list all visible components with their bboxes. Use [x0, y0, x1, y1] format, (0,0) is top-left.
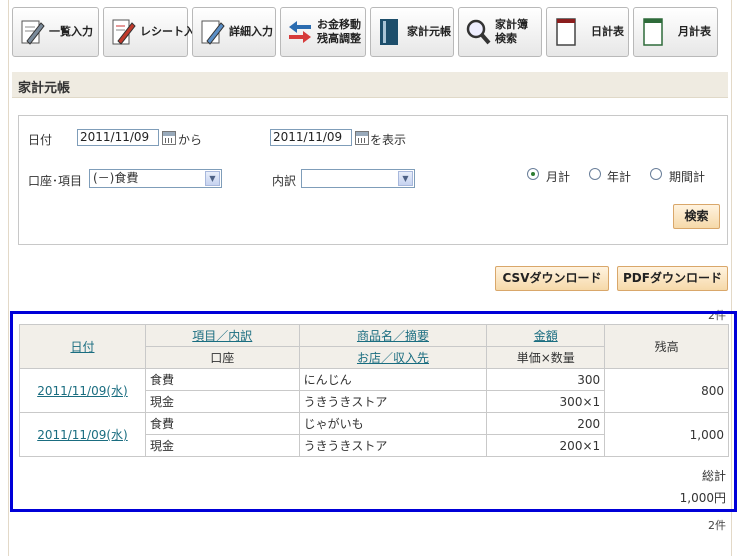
detail-input-button[interactable]: 詳細入力 — [192, 7, 276, 57]
ledger-table: 日付 項目／内訳 商品名／摘要 金額 残高 口座 お店／収入先 単価×数量 20… — [19, 324, 729, 457]
to-suffix: を表示 — [370, 133, 407, 147]
monthly-label: 月計表 — [678, 25, 711, 38]
search-ledger-label: 家計簿 検索 — [495, 18, 528, 45]
row-balance: 1,000 — [604, 412, 729, 457]
radio-period[interactable] — [650, 168, 662, 180]
header-item[interactable]: 項目／内訳 — [144, 324, 300, 347]
transfer-label: お金移動 残高調整 — [317, 18, 361, 45]
receipt-pencil-icon — [112, 19, 136, 45]
row-date-cell: 2011/11/09(水) — [19, 368, 146, 413]
row-product: にんじん — [298, 368, 488, 391]
account-item-select[interactable]: (－)食費 ▼ — [89, 169, 222, 188]
header-product[interactable]: 商品名／摘要 — [298, 324, 488, 347]
chevron-down-icon: ▼ — [398, 171, 413, 186]
row-account: 現金 — [144, 390, 300, 413]
ledger-button[interactable]: 家計元帳 — [370, 7, 454, 57]
row-unit-qty: 200×1 — [486, 434, 606, 457]
toolbar: 一覧入力 レシート入力 詳細入力 お金移動 残高調整 家計元帳 家計簿 検索 日… — [12, 7, 718, 57]
row-amount: 300 — [486, 368, 606, 391]
table-header-row: 日付 項目／内訳 商品名／摘要 金額 残高 — [19, 324, 729, 369]
transfer-arrows-icon — [289, 21, 311, 43]
magnifier-icon — [466, 19, 491, 45]
row-shop: うきうきストア — [298, 390, 488, 413]
pdf-download-button[interactable]: PDFダウンロード — [617, 266, 728, 291]
header-balance: 残高 — [604, 324, 729, 369]
detail-input-label: 詳細入力 — [229, 25, 273, 38]
row-unit-qty: 300×1 — [486, 390, 606, 413]
daily-button[interactable]: 日計表 — [546, 7, 629, 57]
sort-date-link[interactable]: 日付 — [70, 340, 94, 354]
list-input-button[interactable]: 一覧入力 — [12, 7, 99, 57]
row-amount: 200 — [486, 412, 606, 435]
csv-download-button[interactable]: CSVダウンロード — [495, 266, 609, 291]
monthly-button[interactable]: 月計表 — [633, 7, 718, 57]
account-item-label: 口座･項目 — [28, 174, 83, 188]
book-icon — [380, 19, 398, 45]
row-date-cell: 2011/11/09(水) — [19, 412, 146, 457]
header-shop[interactable]: お店／収入先 — [298, 346, 488, 369]
radio-yearly[interactable] — [589, 168, 601, 180]
radio-period-label: 期間計 — [669, 170, 706, 184]
row-item: 食費 — [144, 368, 300, 391]
header-account: 口座 — [144, 346, 300, 369]
pencil-icon — [201, 20, 225, 45]
total-value: 1,000円 — [679, 491, 726, 505]
search-ledger-button[interactable]: 家計簿 検索 — [458, 7, 542, 57]
sort-item-link[interactable]: 項目／内訳 — [192, 329, 252, 343]
header-date[interactable]: 日付 — [19, 324, 146, 369]
row-date-link[interactable]: 2011/11/09(水) — [37, 384, 128, 398]
calendar-icon[interactable] — [355, 131, 369, 145]
search-button[interactable]: 検索 — [673, 204, 720, 229]
header-unit-qty: 単価×数量 — [486, 346, 606, 369]
radio-yearly-label: 年計 — [607, 170, 632, 184]
ledger-label: 家計元帳 — [407, 25, 451, 38]
list-input-label: 一覧入力 — [49, 25, 93, 38]
date-to-input[interactable]: 2011/11/09 — [270, 129, 352, 146]
daily-label: 日計表 — [591, 25, 624, 38]
total-label: 総計 — [701, 469, 726, 483]
row-shop: うきうきストア — [298, 434, 488, 457]
pencil-paper-icon — [21, 20, 45, 45]
table-row: 2011/11/09(水) 食費 じゃがいも 200 1,000 — [19, 412, 729, 457]
row-date-link[interactable]: 2011/11/09(水) — [37, 428, 128, 442]
sort-product-link[interactable]: 商品名／摘要 — [357, 329, 429, 343]
calendar-icon[interactable] — [162, 131, 176, 145]
date-label: 日付 — [28, 133, 53, 147]
detail-select[interactable]: ▼ — [301, 169, 415, 188]
row-balance: 800 — [604, 368, 729, 413]
sort-amount-link[interactable]: 金額 — [534, 329, 558, 343]
row-item: 食費 — [144, 412, 300, 435]
chevron-down-icon: ▼ — [205, 171, 220, 186]
monthly-sheet-icon — [643, 18, 663, 46]
daily-sheet-icon — [556, 18, 576, 46]
radio-monthly-label: 月計 — [546, 170, 571, 184]
from-suffix: から — [178, 133, 203, 147]
receipt-input-button[interactable]: レシート入力 — [103, 7, 206, 57]
result-count-bottom: 2件 — [708, 519, 726, 532]
sort-shop-link[interactable]: お店／収入先 — [357, 351, 429, 365]
page-title: 家計元帳 — [12, 72, 728, 98]
detail-label: 内訳 — [272, 174, 297, 188]
row-account: 現金 — [144, 434, 300, 457]
account-item-value: (－)食費 — [93, 171, 139, 185]
transfer-button[interactable]: お金移動 残高調整 — [280, 7, 366, 57]
date-from-input[interactable]: 2011/11/09 — [77, 129, 159, 146]
row-product: じゃがいも — [298, 412, 488, 435]
table-row: 2011/11/09(水) 食費 にんじん 300 800 — [19, 368, 729, 413]
header-amount[interactable]: 金額 — [486, 324, 606, 347]
radio-monthly[interactable] — [527, 168, 539, 180]
